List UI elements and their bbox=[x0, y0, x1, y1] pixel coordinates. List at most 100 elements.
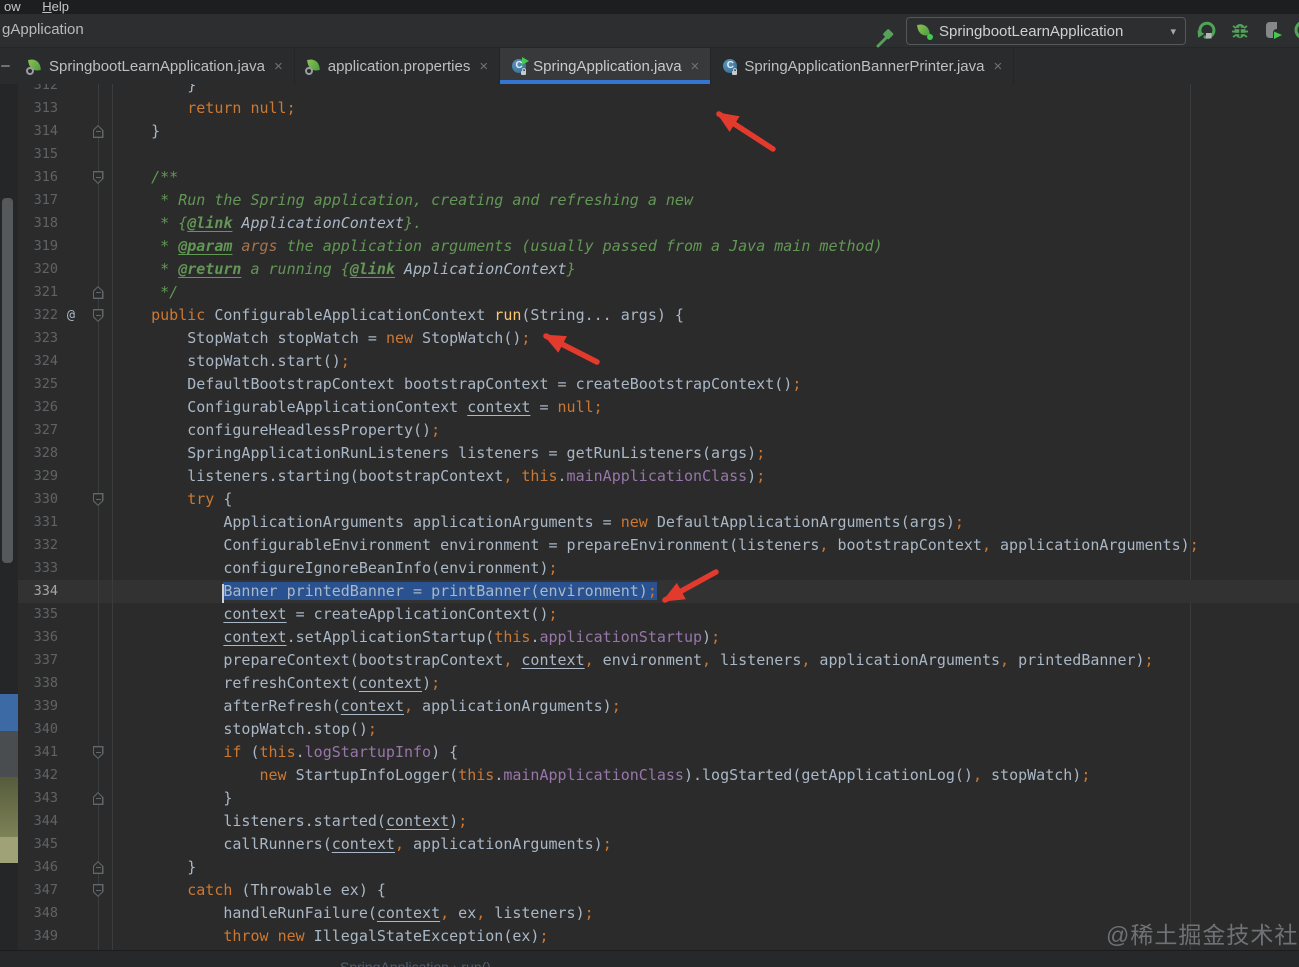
code-line-330[interactable]: 330 try { bbox=[18, 488, 1299, 511]
code-line-347[interactable]: 347 catch (Throwable ex) { bbox=[18, 879, 1299, 902]
code-line-338[interactable]: 338 refreshContext(context); bbox=[18, 672, 1299, 695]
code-text[interactable]: ApplicationArguments applicationArgument… bbox=[112, 511, 1299, 534]
code-line-328[interactable]: 328 SpringApplicationRunListeners listen… bbox=[18, 442, 1299, 465]
breadcrumb[interactable]: gApplication bbox=[2, 21, 84, 38]
code-text[interactable]: } bbox=[112, 120, 1299, 143]
code-line-339[interactable]: 339 afterRefresh(context, applicationArg… bbox=[18, 695, 1299, 718]
code-text[interactable]: configureHeadlessProperty(); bbox=[112, 419, 1299, 442]
run-configuration-select[interactable]: SpringbootLearnApplication ▾ bbox=[906, 17, 1186, 45]
code-editor[interactable]: 312 } 313 return null; 314 } 315 316 /** 317 … bbox=[18, 84, 1299, 950]
code-text[interactable]: stopWatch.start(); bbox=[112, 350, 1299, 373]
tab-springapplicationbannerprinter-java[interactable]: SpringApplicationBannerPrinter.java × bbox=[711, 48, 1015, 84]
code-text[interactable]: } bbox=[112, 856, 1299, 879]
code-text[interactable]: * @param args the application arguments … bbox=[112, 235, 1299, 258]
tab-close-icon[interactable]: × bbox=[691, 58, 700, 75]
code-text[interactable]: listeners.starting(bootstrapContext, thi… bbox=[112, 465, 1299, 488]
code-line-327[interactable]: 327 configureHeadlessProperty(); bbox=[18, 419, 1299, 442]
code-line-332[interactable]: 332 ConfigurableEnvironment environment … bbox=[18, 534, 1299, 557]
menu-item-window-partial[interactable]: ow bbox=[4, 0, 21, 13]
tab-close-icon[interactable]: × bbox=[479, 58, 488, 75]
code-line-325[interactable]: 325 DefaultBootstrapContext bootstrapCon… bbox=[18, 373, 1299, 396]
code-line-342[interactable]: 342 new StartupInfoLogger(this.mainAppli… bbox=[18, 764, 1299, 787]
code-line-322[interactable]: 322 @ public ConfigurableApplicationConte… bbox=[18, 304, 1299, 327]
code-line-313[interactable]: 313 return null; bbox=[18, 97, 1299, 120]
fold-marker-end-icon[interactable] bbox=[92, 861, 104, 874]
code-line-333[interactable]: 333 configureIgnoreBeanInfo(environment)… bbox=[18, 557, 1299, 580]
selected-text[interactable]: Banner printedBanner = printBanner(envir… bbox=[222, 582, 657, 603]
code-text[interactable]: * @return a running {@link ApplicationCo… bbox=[112, 258, 1299, 281]
code-line-326[interactable]: 326 ConfigurableApplicationContext conte… bbox=[18, 396, 1299, 419]
fold-marker-end-icon[interactable] bbox=[92, 286, 104, 299]
code-text[interactable]: } bbox=[112, 787, 1299, 810]
fold-marker-start-icon[interactable] bbox=[92, 884, 104, 897]
code-line-314[interactable]: 314 } bbox=[18, 120, 1299, 143]
tab-springbootlearnapplication-java[interactable]: SpringbootLearnApplication.java × bbox=[16, 48, 295, 84]
code-line-320[interactable]: 320 * @return a running {@link Applicati… bbox=[18, 258, 1299, 281]
code-line-341[interactable]: 341 if (this.logStartupInfo) { bbox=[18, 741, 1299, 764]
code-text[interactable]: prepareContext(bootstrapContext, context… bbox=[112, 649, 1299, 672]
profiler-shield-play-icon[interactable] bbox=[1261, 18, 1285, 42]
code-text[interactable]: stopWatch.stop(); bbox=[112, 718, 1299, 741]
code-line-337[interactable]: 337 prepareContext(bootstrapContext, con… bbox=[18, 649, 1299, 672]
code-line-318[interactable]: 318 * {@link ApplicationContext}. bbox=[18, 212, 1299, 235]
code-line-334[interactable]: 334 Banner printedBanner = printBanner(e… bbox=[18, 580, 1299, 603]
fold-marker-end-icon[interactable] bbox=[92, 125, 104, 138]
code-text[interactable]: context = createApplicationContext(); bbox=[112, 603, 1299, 626]
code-text[interactable]: context.setApplicationStartup(this.appli… bbox=[112, 626, 1299, 649]
code-text[interactable]: SpringApplicationRunListeners listeners … bbox=[112, 442, 1299, 465]
code-line-329[interactable]: 329 listeners.starting(bootstrapContext,… bbox=[18, 465, 1299, 488]
code-text[interactable]: catch (Throwable ex) { bbox=[112, 879, 1299, 902]
code-line-340[interactable]: 340 stopWatch.stop(); bbox=[18, 718, 1299, 741]
code-text[interactable]: if (this.logStartupInfo) { bbox=[112, 741, 1299, 764]
code-text[interactable]: callRunners(context, applicationArgument… bbox=[112, 833, 1299, 856]
code-text[interactable]: ConfigurableEnvironment environment = pr… bbox=[112, 534, 1299, 557]
run-rerun-icon[interactable] bbox=[1194, 18, 1218, 42]
fold-marker-start-icon[interactable] bbox=[92, 493, 104, 506]
code-text[interactable]: */ bbox=[112, 281, 1299, 304]
code-text[interactable]: public ConfigurableApplicationContext ru… bbox=[112, 304, 1299, 327]
code-line-317[interactable]: 317 * Run the Spring application, creati… bbox=[18, 189, 1299, 212]
code-line-323[interactable]: 323 StopWatch stopWatch = new StopWatch(… bbox=[18, 327, 1299, 350]
code-line-315[interactable]: 315 bbox=[18, 143, 1299, 166]
code-text[interactable]: StopWatch stopWatch = new StopWatch(); bbox=[112, 327, 1299, 350]
fold-marker-start-icon[interactable] bbox=[92, 746, 104, 759]
fold-marker-end-icon[interactable] bbox=[92, 792, 104, 805]
code-line-316[interactable]: 316 /** bbox=[18, 166, 1299, 189]
code-line-312[interactable]: 312 } bbox=[18, 84, 1299, 97]
code-line-343[interactable]: 343 } bbox=[18, 787, 1299, 810]
tab-springapplication-java[interactable]: SpringApplication.java × bbox=[500, 48, 712, 84]
code-text[interactable]: try { bbox=[112, 488, 1299, 511]
code-text[interactable]: listeners.started(context); bbox=[112, 810, 1299, 833]
code-line-321[interactable]: 321 */ bbox=[18, 281, 1299, 304]
tab-overflow-dash[interactable] bbox=[0, 48, 16, 84]
scrollbar-thumb[interactable] bbox=[2, 198, 13, 563]
menu-item-help[interactable]: Help bbox=[42, 0, 69, 13]
toolbar-edge-icon-partial[interactable] bbox=[1292, 18, 1299, 42]
code-line-346[interactable]: 346 } bbox=[18, 856, 1299, 879]
code-line-319[interactable]: 319 * @param args the application argume… bbox=[18, 235, 1299, 258]
code-text[interactable]: /** bbox=[112, 166, 1299, 189]
code-line-335[interactable]: 335 context = createApplicationContext()… bbox=[18, 603, 1299, 626]
code-line-331[interactable]: 331 ApplicationArguments applicationArgu… bbox=[18, 511, 1299, 534]
code-text[interactable]: * {@link ApplicationContext}. bbox=[112, 212, 1299, 235]
fold-marker-start-icon[interactable] bbox=[92, 171, 104, 184]
tab-close-icon[interactable]: × bbox=[993, 58, 1002, 75]
tab-application-properties[interactable]: application.properties × bbox=[295, 48, 501, 84]
code-text[interactable]: return null; bbox=[112, 97, 1299, 120]
code-text[interactable]: * Run the Spring application, creating a… bbox=[112, 189, 1299, 212]
tab-close-icon[interactable]: × bbox=[274, 58, 283, 75]
code-line-324[interactable]: 324 stopWatch.start(); bbox=[18, 350, 1299, 373]
code-text[interactable] bbox=[112, 143, 1299, 166]
fold-marker-start-icon[interactable] bbox=[92, 309, 104, 322]
code-text[interactable]: } bbox=[112, 84, 1299, 97]
code-text[interactable]: new StartupInfoLogger(this.mainApplicati… bbox=[112, 764, 1299, 787]
code-text[interactable]: refreshContext(context); bbox=[112, 672, 1299, 695]
code-text[interactable]: Banner printedBanner = printBanner(envir… bbox=[112, 580, 1299, 603]
code-text[interactable]: ConfigurableApplicationContext context =… bbox=[112, 396, 1299, 419]
debug-bug-icon[interactable] bbox=[1228, 18, 1252, 42]
code-text[interactable]: configureIgnoreBeanInfo(environment); bbox=[112, 557, 1299, 580]
code-text[interactable]: DefaultBootstrapContext bootstrapContext… bbox=[112, 373, 1299, 396]
code-text[interactable]: afterRefresh(context, applicationArgumen… bbox=[112, 695, 1299, 718]
code-line-336[interactable]: 336 context.setApplicationStartup(this.a… bbox=[18, 626, 1299, 649]
code-line-344[interactable]: 344 listeners.started(context); bbox=[18, 810, 1299, 833]
